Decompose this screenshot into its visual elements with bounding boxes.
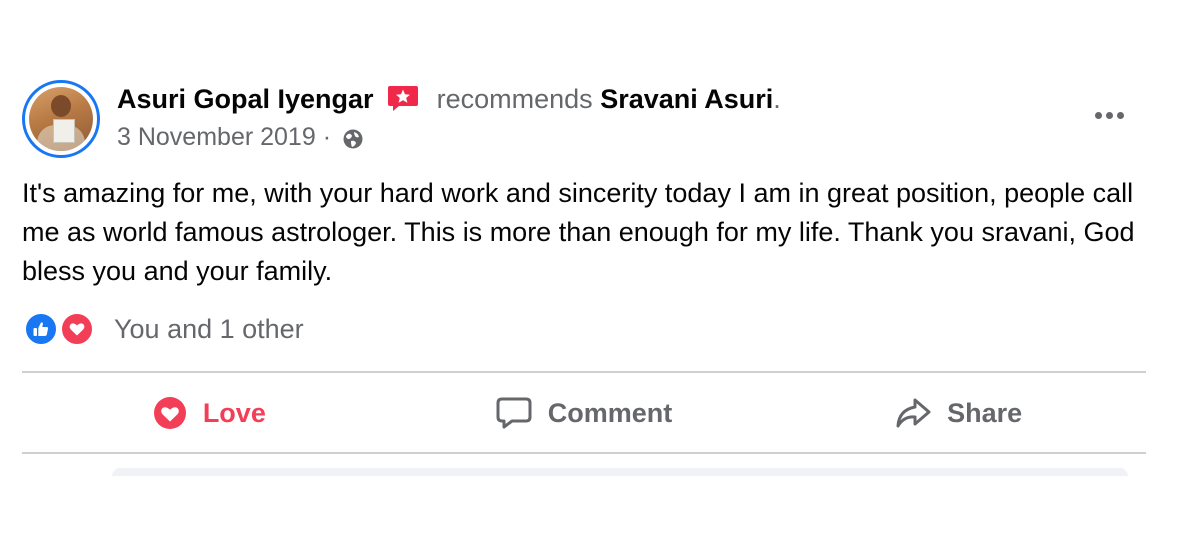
comment-button[interactable]: Comment [397, 374, 772, 452]
author-name[interactable]: Asuri Gopal Iyengar [117, 84, 374, 114]
like-icon [24, 312, 58, 346]
header-period: . [773, 84, 781, 114]
share-icon [896, 398, 931, 428]
author-avatar[interactable] [22, 80, 100, 158]
comment-label: Comment [547, 397, 673, 428]
more-dots-icon [1094, 111, 1102, 119]
more-dot [1116, 111, 1124, 119]
reactions-summary[interactable]: You and 1 other [24, 310, 304, 348]
recommendation-star-icon [387, 84, 419, 112]
post-meta: 3 November 2019 · [117, 121, 364, 153]
meta-separator: · [322, 123, 332, 151]
comment-area-edge [112, 468, 1128, 476]
action-bar: Love Comment Share [22, 374, 1146, 452]
avatar-photo [29, 87, 93, 151]
love-button[interactable]: Love [22, 374, 397, 452]
more-options-button[interactable] [1086, 100, 1132, 130]
action-verb: recommends [436, 84, 593, 114]
divider [22, 452, 1146, 454]
recommended-page-name[interactable]: Sravani Asuri [600, 84, 773, 114]
post-header: Asuri Gopal Iyengar recommends Sravani A… [117, 82, 781, 116]
post-date[interactable]: 3 November 2019 [117, 123, 316, 151]
reactions-count-text[interactable]: You and 1 other [114, 314, 304, 345]
recommendation-post: Asuri Gopal Iyengar recommends Sravani A… [0, 0, 1177, 542]
heart-icon [153, 397, 186, 429]
post-body-text: It's amazing for me, with your hard work… [22, 178, 1135, 286]
reaction-icons [24, 310, 100, 348]
divider [22, 371, 1146, 373]
comment-icon [496, 397, 532, 429]
love-icon [60, 312, 94, 346]
more-dot [1105, 111, 1113, 119]
share-button[interactable]: Share [771, 374, 1146, 452]
love-label: Love [202, 397, 266, 428]
globe-icon [343, 129, 363, 149]
share-label: Share [947, 397, 1023, 428]
